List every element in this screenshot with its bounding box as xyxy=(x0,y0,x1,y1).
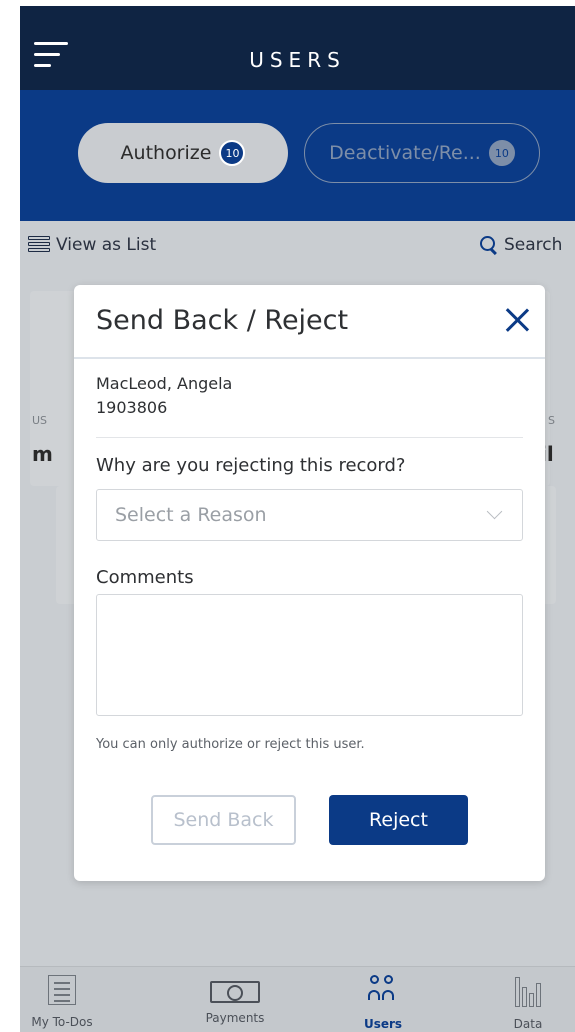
user-id: 1903806 xyxy=(96,398,168,417)
list-icon xyxy=(28,236,50,254)
comments-label: Comments xyxy=(96,567,194,588)
reject-dialog: Send Back / Reject MacLeod, Angela 19038… xyxy=(74,285,545,881)
reason-label: Why are you rejecting this record? xyxy=(96,455,406,476)
deactivate-count-badge: 10 xyxy=(488,140,515,166)
nav-label-my-todos: My To-Dos xyxy=(31,1015,93,1029)
authorize-count-badge: 10 xyxy=(219,140,246,166)
app-header: USERS xyxy=(20,6,575,90)
checklist-icon xyxy=(48,975,76,1005)
view-as-list-button[interactable]: View as List xyxy=(28,235,156,255)
search-icon xyxy=(480,236,498,254)
tab-authorize-label: Authorize xyxy=(120,142,212,164)
nav-item-my-todos[interactable]: My To-Dos xyxy=(20,975,112,1029)
nav-item-data[interactable]: Data xyxy=(478,975,575,1031)
tab-deactivate[interactable]: Deactivate/Re... 10 xyxy=(304,123,540,183)
helper-text: You can only authorize or reject this us… xyxy=(96,737,365,752)
reject-button[interactable]: Reject xyxy=(329,795,468,845)
dialog-title: Send Back / Reject xyxy=(96,305,349,336)
background-user-value: m xyxy=(32,442,53,466)
tab-deactivate-label: Deactivate/Re... xyxy=(329,142,481,164)
tab-authorize[interactable]: Authorize 10 xyxy=(78,123,288,183)
banknote-icon xyxy=(210,981,260,1003)
nav-label-data: Data xyxy=(513,1017,543,1031)
user-name: MacLeod, Angela xyxy=(96,374,233,393)
page-title: USERS xyxy=(249,48,346,72)
dialog-header-divider xyxy=(74,357,545,359)
view-as-list-label: View as List xyxy=(56,235,157,255)
search-button[interactable]: Search xyxy=(480,235,562,255)
search-label: Search xyxy=(504,235,563,255)
list-toolbar: View as List Search xyxy=(20,221,575,271)
chevron-down-icon xyxy=(486,503,503,520)
app-screen: USERS Authorize 10 Deactivate/Re... 10 V… xyxy=(20,6,575,1032)
nav-label-users: Users xyxy=(363,1017,403,1031)
nav-item-payments[interactable]: Payments xyxy=(185,975,285,1025)
background-user-label: US xyxy=(32,414,48,427)
background-right-label: S xyxy=(548,414,555,427)
bottom-nav: My To-Dos Payments Users Data xyxy=(20,966,575,1032)
bar-chart-icon xyxy=(513,975,543,1007)
nav-item-users[interactable]: Users xyxy=(333,975,433,1031)
send-back-button[interactable]: Send Back xyxy=(151,795,296,845)
reason-select[interactable]: Select a Reason xyxy=(96,489,523,541)
close-icon[interactable] xyxy=(504,307,530,333)
segment-control: Authorize 10 Deactivate/Re... 10 xyxy=(20,90,575,221)
nav-label-payments: Payments xyxy=(205,1011,265,1025)
reason-placeholder: Select a Reason xyxy=(115,504,267,526)
divider xyxy=(96,437,523,438)
comments-textarea[interactable] xyxy=(96,594,523,716)
users-icon xyxy=(368,975,398,1007)
